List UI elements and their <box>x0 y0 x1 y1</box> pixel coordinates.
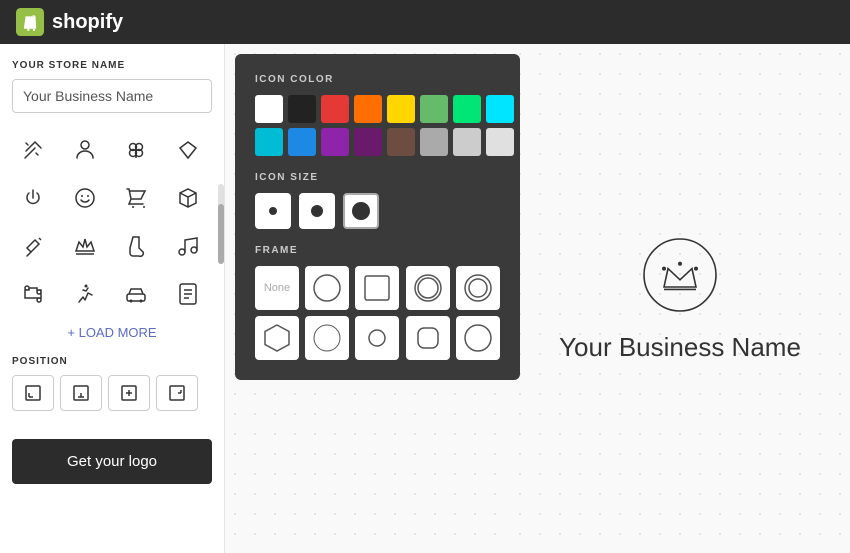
color-purple[interactable] <box>321 128 349 156</box>
shopify-logo: shopify <box>16 8 123 36</box>
color-lighter-gray[interactable] <box>486 128 514 156</box>
size-large-dot <box>352 202 370 220</box>
icon-diamond[interactable] <box>167 129 209 171</box>
color-white[interactable] <box>255 95 283 123</box>
icon-music[interactable] <box>167 225 209 267</box>
icon-crown[interactable] <box>64 225 106 267</box>
color-red[interactable] <box>321 95 349 123</box>
color-cyan[interactable] <box>486 95 514 123</box>
frame-none[interactable]: None <box>255 266 299 310</box>
color-brown[interactable] <box>387 128 415 156</box>
size-large-button[interactable] <box>343 193 379 229</box>
icons-grid <box>12 129 212 315</box>
get-logo-button[interactable]: Get your logo <box>12 439 212 484</box>
load-more-button[interactable]: + LOAD MORE <box>12 325 212 340</box>
color-black[interactable] <box>288 95 316 123</box>
icon-size-label: ICON SIZE <box>255 172 500 183</box>
icon-tool[interactable] <box>12 225 54 267</box>
main-layout: YOUR STORE NAME <box>0 44 850 553</box>
icon-sock[interactable] <box>115 225 157 267</box>
app-header: shopify <box>0 0 850 44</box>
color-yellow[interactable] <box>387 95 415 123</box>
frame-circle-small[interactable] <box>355 316 399 360</box>
icon-box[interactable] <box>167 177 209 219</box>
color-dark-purple[interactable] <box>354 128 382 156</box>
center-area: ICON COLOR ICON SIZE <box>225 44 510 553</box>
store-name-input[interactable] <box>12 79 212 113</box>
position-label: POSITION <box>12 356 212 367</box>
position-center[interactable] <box>108 375 150 411</box>
frame-circle-solid[interactable] <box>305 266 349 310</box>
color-grid <box>255 95 500 156</box>
color-light-gray[interactable] <box>453 128 481 156</box>
color-orange[interactable] <box>354 95 382 123</box>
color-gray[interactable] <box>420 128 448 156</box>
icon-runner[interactable] <box>64 273 106 315</box>
icon-magic-wand[interactable] <box>12 129 54 171</box>
size-medium-dot <box>311 205 323 217</box>
frame-circle-outline[interactable] <box>406 266 450 310</box>
icon-cart[interactable] <box>115 177 157 219</box>
frame-hexagon[interactable] <box>255 316 299 360</box>
icon-clover[interactable] <box>115 129 157 171</box>
frame-label: FRAME <box>255 245 500 256</box>
size-small-button[interactable] <box>255 193 291 229</box>
shopify-wordmark: shopify <box>52 11 123 34</box>
icon-document[interactable] <box>167 273 209 315</box>
store-name-label: YOUR STORE NAME <box>12 60 212 71</box>
icon-smile[interactable] <box>64 177 106 219</box>
position-right[interactable] <box>156 375 198 411</box>
frame-circle-double[interactable] <box>456 266 500 310</box>
frame-circle-outer[interactable] <box>456 316 500 360</box>
position-bottom-center[interactable] <box>60 375 102 411</box>
preview-area: Your Business Name <box>510 44 850 553</box>
icon-person[interactable] <box>64 129 106 171</box>
position-options <box>12 375 212 411</box>
frame-square-rounded[interactable] <box>406 316 450 360</box>
color-green[interactable] <box>420 95 448 123</box>
frame-square[interactable] <box>355 266 399 310</box>
color-blue[interactable] <box>288 128 316 156</box>
preview-logo-icon <box>640 235 720 320</box>
position-bottom-left[interactable] <box>12 375 54 411</box>
preview-business-name: Your Business Name <box>559 332 801 363</box>
color-size-frame-popup: ICON COLOR ICON SIZE <box>235 54 520 380</box>
sidebar: YOUR STORE NAME <box>0 44 225 553</box>
shopify-bag-icon <box>16 8 44 36</box>
size-options <box>255 193 500 229</box>
icon-car[interactable] <box>115 273 157 315</box>
frame-grid: None <box>255 266 500 360</box>
scroll-bar <box>218 184 224 253</box>
scroll-thumb[interactable] <box>218 204 224 264</box>
size-small-dot <box>269 207 277 215</box>
color-bright-green[interactable] <box>453 95 481 123</box>
size-medium-button[interactable] <box>299 193 335 229</box>
icon-puzzle[interactable] <box>12 273 54 315</box>
icon-color-label: ICON COLOR <box>255 74 500 85</box>
frame-circle-thin[interactable] <box>305 316 349 360</box>
color-teal[interactable] <box>255 128 283 156</box>
icon-power[interactable] <box>12 177 54 219</box>
